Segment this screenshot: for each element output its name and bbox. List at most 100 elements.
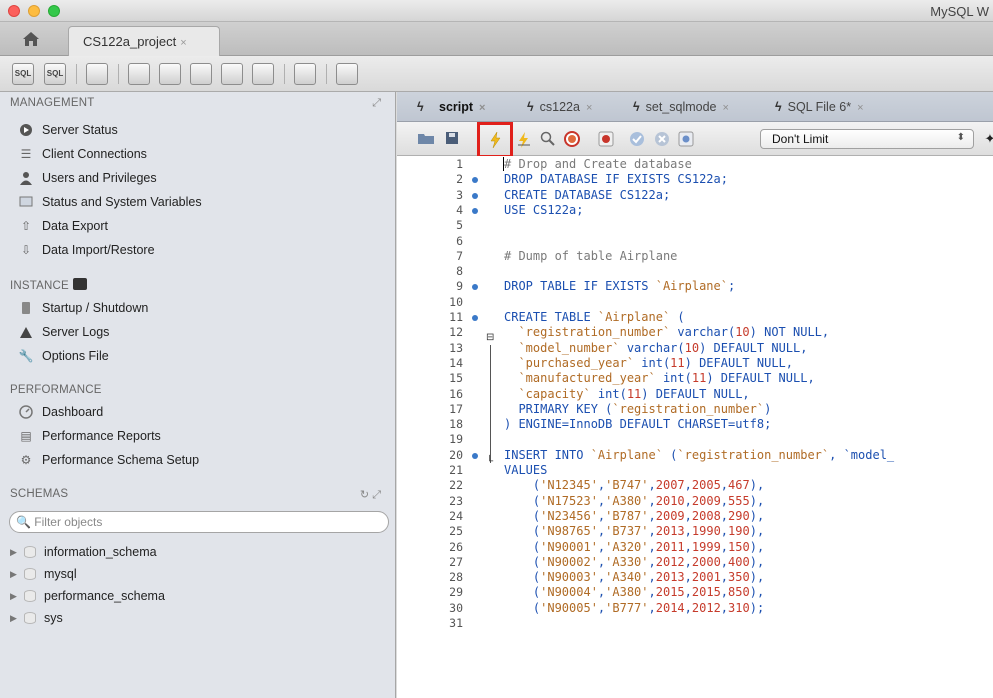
code-line: ('N90005','B777',2014,2012,310); bbox=[504, 600, 765, 615]
search-icon: 🔍 bbox=[16, 515, 31, 529]
project-tab-label: CS122a_project bbox=[83, 34, 177, 49]
sidebar-item-data-import[interactable]: ⇩ Data Import/Restore bbox=[18, 240, 378, 260]
close-tab-icon[interactable]: × bbox=[723, 102, 729, 114]
code-line: `registration_number` varchar(10) NOT NU… bbox=[518, 325, 830, 340]
create-function-icon[interactable] bbox=[252, 63, 274, 85]
window-title: MySQL W bbox=[930, 4, 989, 19]
sql-editor-tab-bar: ϟ script × ϟ cs122a × ϟ set_sqlmode × ϟ SQL Fi… bbox=[397, 92, 993, 122]
rollback-icon[interactable] bbox=[653, 131, 671, 147]
lightning-icon: ϟ bbox=[527, 100, 534, 114]
database-icon bbox=[24, 546, 36, 558]
sidebar-item-options-file[interactable]: 🔧 Options File bbox=[18, 346, 378, 366]
line-number: 18 bbox=[449, 417, 463, 432]
autocommit-toggle-icon[interactable] bbox=[677, 131, 695, 147]
sidebar-item-dashboard[interactable]: Dashboard bbox=[18, 402, 378, 422]
schema-item-mysql[interactable]: ▶ mysql bbox=[10, 564, 77, 584]
line-number: 19 bbox=[449, 432, 463, 447]
limit-rows-select[interactable]: Don't Limit ⬍ bbox=[760, 129, 974, 149]
tab-script[interactable]: script × bbox=[439, 100, 485, 114]
house-icon[interactable] bbox=[22, 31, 46, 51]
sidebar-item-client-connections[interactable]: ☰ Client Connections bbox=[18, 144, 378, 164]
open-folder-icon[interactable] bbox=[417, 131, 435, 147]
expand-triangle-icon[interactable]: ▶ bbox=[10, 569, 24, 580]
search-table-data-icon[interactable] bbox=[294, 63, 316, 85]
create-table-icon[interactable] bbox=[159, 63, 181, 85]
lightning-icon: ϟ bbox=[417, 100, 424, 114]
create-schema-icon[interactable] bbox=[128, 63, 150, 85]
minimize-window-button[interactable] bbox=[28, 5, 40, 17]
expand-corner-icon[interactable]: ⤢ bbox=[372, 97, 381, 110]
code-line: ('N90002','A330',2012,2000,400), bbox=[504, 554, 765, 569]
line-number: 14 bbox=[449, 355, 463, 370]
fold-toggle-icon[interactable]: ⊟ bbox=[486, 332, 494, 343]
sidebar-item-startup-shutdown[interactable]: Startup / Shutdown bbox=[18, 298, 378, 318]
sidebar-item-status-variables[interactable]: Status and System Variables bbox=[18, 192, 378, 212]
expand-triangle-icon[interactable]: ▶ bbox=[10, 613, 24, 624]
schema-item-sys[interactable]: ▶ sys bbox=[10, 608, 63, 628]
stop-icon[interactable] bbox=[563, 131, 581, 147]
explain-magnifier-icon[interactable] bbox=[539, 131, 557, 147]
tab-cs122a[interactable]: ϟ cs122a × bbox=[527, 100, 592, 114]
line-number: 9 bbox=[456, 279, 463, 294]
wrench-icon: 🔧 bbox=[18, 349, 34, 363]
navigator-sidebar: MANAGEMENT ⤢ Server Status ☰ Client Conn… bbox=[0, 92, 396, 698]
sidebar-item-performance-schema-setup[interactable]: ⚙ Performance Schema Setup bbox=[18, 450, 378, 470]
open-sql-script-icon[interactable]: SQL bbox=[44, 63, 66, 85]
execute-current-icon[interactable] bbox=[515, 131, 533, 148]
line-number-gutter: 1 2 3 4 5 6 7 8 9 10 11 12 13 14 15 16 17 18 19 20 21 22 23 24 2… bbox=[397, 156, 499, 698]
new-sql-tab-icon[interactable]: SQL bbox=[12, 63, 34, 85]
toolbar-separator bbox=[284, 64, 285, 84]
code-line: DROP DATABASE IF EXISTS CS122a; bbox=[504, 172, 728, 187]
lightning-icon: ϟ bbox=[633, 100, 640, 114]
statement-marker-dot bbox=[472, 192, 478, 199]
schema-item-information-schema[interactable]: ▶ information_schema bbox=[10, 542, 157, 562]
line-number: 7 bbox=[456, 248, 463, 263]
line-number: 8 bbox=[456, 264, 463, 279]
filter-objects-input[interactable]: 🔍 Filter objects bbox=[9, 511, 389, 533]
instance-header: INSTANCE bbox=[10, 278, 87, 292]
close-tab-icon[interactable]: × bbox=[180, 37, 186, 49]
sql-editor-toolbar: Don't Limit ⬍ ✦ bbox=[397, 122, 993, 158]
code-line: ('N98765','B737',2013,1990,190), bbox=[504, 524, 765, 539]
code-line: VALUES bbox=[504, 463, 548, 477]
close-tab-icon[interactable]: × bbox=[479, 102, 485, 114]
code-line: CREATE DATABASE CS122a; bbox=[504, 187, 671, 202]
code-line: `capacity` int(11) DEFAULT NULL, bbox=[518, 386, 750, 401]
maximize-window-button[interactable] bbox=[48, 5, 60, 17]
expand-triangle-icon[interactable]: ▶ bbox=[10, 591, 24, 602]
schema-item-performance-schema[interactable]: ▶ performance_schema bbox=[10, 586, 165, 606]
instance-icon bbox=[72, 278, 87, 290]
reconnect-icon[interactable] bbox=[336, 63, 358, 85]
sidebar-item-users-privileges[interactable]: Users and Privileges bbox=[18, 168, 378, 188]
line-number: 25 bbox=[449, 524, 463, 539]
toggle-stop-on-error-icon[interactable] bbox=[597, 131, 615, 147]
code-line: ('N23456','B787',2009,2008,290), bbox=[504, 508, 765, 523]
beautify-star-icon[interactable]: ✦ bbox=[981, 131, 993, 147]
connections-icon: ☰ bbox=[20, 147, 32, 161]
close-tab-icon[interactable]: × bbox=[586, 102, 592, 114]
inspector-icon[interactable] bbox=[86, 63, 108, 85]
tab-cs122a-project[interactable]: CS122a_project × bbox=[68, 26, 220, 56]
line-number: 22 bbox=[449, 478, 463, 493]
sidebar-item-data-export[interactable]: ⇧ Data Export bbox=[18, 216, 378, 236]
close-window-button[interactable] bbox=[8, 5, 20, 17]
refresh-schemas-icon[interactable]: ↻ ⤢ bbox=[360, 488, 381, 502]
tab-set-sqlmode[interactable]: ϟ set_sqlmode × bbox=[633, 100, 729, 114]
sql-code-editor[interactable]: 1 2 3 4 5 6 7 8 9 10 11 12 13 14 15 16 17 18 19 20 21 22 23 24 2… bbox=[397, 156, 993, 698]
save-icon[interactable] bbox=[443, 131, 461, 147]
database-icon bbox=[24, 612, 36, 624]
sidebar-item-performance-reports[interactable]: ▤ Performance Reports bbox=[18, 426, 378, 446]
text-caret bbox=[503, 157, 504, 171]
tab-sql-file-6[interactable]: ϟ SQL File 6* × bbox=[775, 100, 864, 114]
create-procedure-icon[interactable] bbox=[221, 63, 243, 85]
upload-icon: ⇧ bbox=[20, 219, 32, 233]
close-tab-icon[interactable]: × bbox=[857, 102, 863, 114]
sidebar-item-server-logs[interactable]: Server Logs bbox=[18, 322, 378, 342]
commit-icon[interactable] bbox=[628, 131, 646, 147]
code-line: ('N90003','A340',2013,2001,350), bbox=[504, 570, 765, 585]
sidebar-item-server-status[interactable]: Server Status bbox=[18, 120, 378, 140]
management-header: MANAGEMENT bbox=[10, 97, 95, 109]
create-view-icon[interactable] bbox=[190, 63, 212, 85]
code-line: ) ENGINE=InnoDB DEFAULT CHARSET=utf8; bbox=[504, 417, 772, 432]
expand-triangle-icon[interactable]: ▶ bbox=[10, 547, 24, 558]
